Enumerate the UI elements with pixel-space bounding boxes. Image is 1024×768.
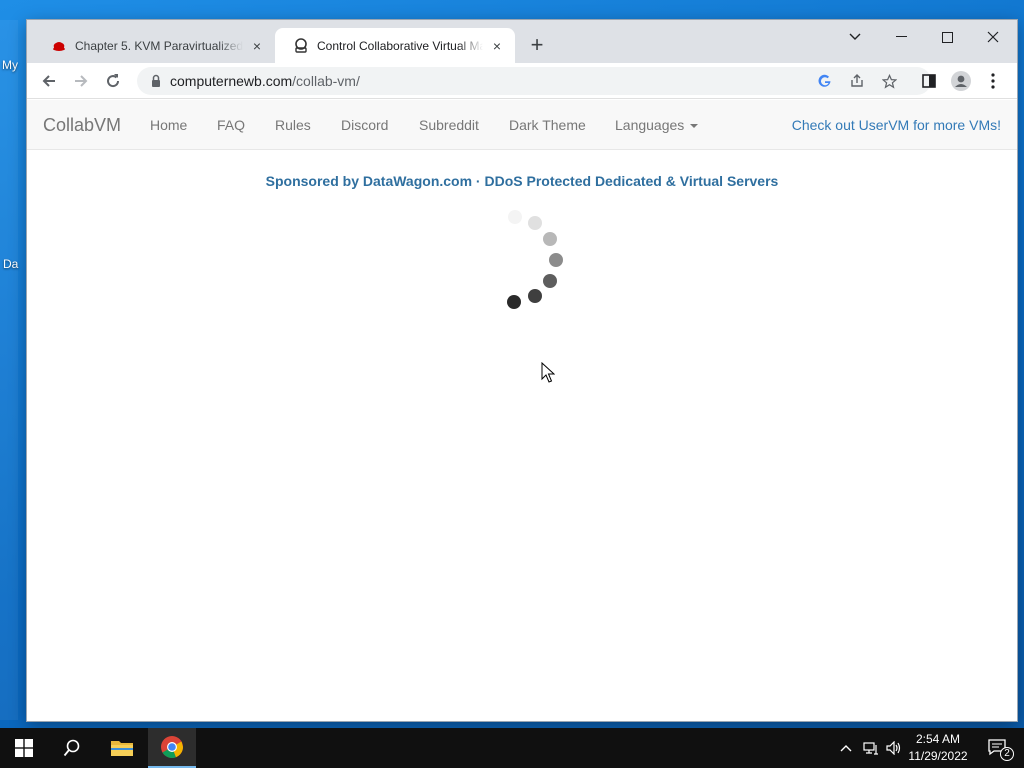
minimize-button[interactable]: [878, 22, 924, 52]
nav-faq[interactable]: FAQ: [217, 117, 245, 133]
profile-button[interactable]: [947, 67, 975, 95]
redhat-icon: [51, 38, 67, 54]
chrome-icon: [161, 736, 183, 758]
tab-close-icon[interactable]: ×: [489, 38, 505, 54]
taskbar: 2:54 AM 11/29/2022 2: [0, 728, 1024, 768]
close-window-button[interactable]: [970, 22, 1016, 52]
address-bar[interactable]: computernewb.com/collab-vm/: [137, 67, 931, 95]
nav-rules[interactable]: Rules: [275, 117, 311, 133]
uservm-link[interactable]: Check out UserVM for more VMs!: [792, 117, 1001, 133]
chevron-down-icon: [849, 33, 861, 40]
loading-spinner-icon: [467, 210, 563, 330]
tab-title: Chapter 5. KVM Paravirtualized (v: [75, 38, 243, 53]
network-button[interactable]: [860, 728, 882, 768]
lock-icon: [152, 74, 160, 87]
taskbar-chrome[interactable]: [148, 728, 196, 768]
address-url[interactable]: computernewb.com/collab-vm/: [170, 73, 360, 89]
browser-window: Chapter 5. KVM Paravirtualized (v × Cont…: [27, 20, 1017, 721]
spinner-dot: [543, 232, 557, 246]
desktop-edge-strip: [0, 20, 18, 720]
spinner-dot: [543, 274, 557, 288]
page-content: CollabVM Home FAQ Rules Discord Subreddi…: [27, 100, 1017, 721]
site-navbar: CollabVM Home FAQ Rules Discord Subreddi…: [27, 100, 1017, 150]
taskbar-clock[interactable]: 2:54 AM 11/29/2022: [902, 731, 974, 765]
clock-time: 2:54 AM: [915, 732, 961, 746]
nav-languages-dropdown[interactable]: Languages: [615, 117, 699, 133]
caret-down-icon: [690, 124, 699, 129]
tab-search-button[interactable]: [832, 22, 878, 52]
google-icon: [818, 74, 831, 87]
action-center-button[interactable]: 2: [978, 728, 1018, 768]
chevron-up-icon: [840, 745, 852, 752]
share-button[interactable]: [847, 71, 867, 91]
star-icon: [881, 73, 897, 89]
url-path: /collab-vm/: [292, 73, 360, 89]
tab-strip: Chapter 5. KVM Paravirtualized (v × Cont…: [27, 20, 1017, 63]
nav-languages-label: Languages: [615, 117, 685, 133]
windows-logo-icon: [15, 739, 33, 757]
forward-button[interactable]: [67, 67, 95, 95]
spinner-dot: [528, 289, 542, 303]
side-panel-button[interactable]: [915, 67, 943, 95]
new-tab-button[interactable]: +: [525, 34, 549, 58]
spinner-dot: [507, 295, 521, 309]
spinner-dot: [549, 253, 563, 267]
volume-button[interactable]: [884, 728, 904, 768]
collabvm-icon: [293, 37, 309, 54]
search-icon: [63, 739, 80, 757]
speaker-icon: [886, 741, 901, 755]
spinner-dot: [508, 210, 522, 224]
mouse-cursor-icon: [541, 362, 555, 383]
taskbar-search-button[interactable]: [48, 728, 96, 768]
spinner-dot: [528, 216, 542, 230]
tab-kvm-chapter[interactable]: Chapter 5. KVM Paravirtualized (v ×: [33, 28, 275, 63]
taskbar-file-explorer[interactable]: [98, 728, 146, 768]
clock-date: 11/29/2022: [908, 749, 968, 763]
tray-overflow-button[interactable]: [836, 728, 856, 768]
tab-title: Control Collaborative Virtual Ma: [317, 38, 483, 53]
side-panel-icon: [922, 74, 936, 88]
arrow-right-icon: [75, 75, 88, 87]
nav-home[interactable]: Home: [150, 117, 187, 133]
network-icon: [863, 742, 878, 755]
nav-subreddit[interactable]: Subreddit: [419, 117, 479, 133]
file-explorer-icon: [111, 741, 133, 756]
reload-icon: [107, 74, 120, 88]
maximize-icon: [941, 31, 953, 43]
maximize-button[interactable]: [924, 22, 970, 52]
url-host: computernewb.com: [170, 73, 293, 89]
desktop-icon-label-fragment[interactable]: My: [2, 58, 18, 72]
desktop-icon-label-fragment[interactable]: Da: [3, 257, 18, 271]
browser-toolbar: computernewb.com/collab-vm/: [27, 63, 1017, 99]
arrow-left-icon: [42, 75, 55, 87]
close-icon: [987, 31, 999, 43]
tab-collabvm[interactable]: Control Collaborative Virtual Ma ×: [275, 28, 515, 63]
avatar-icon: [951, 71, 971, 91]
back-button[interactable]: [35, 67, 63, 95]
nav-discord[interactable]: Discord: [341, 117, 388, 133]
browser-menu-button[interactable]: [979, 67, 1007, 95]
start-button[interactable]: [0, 728, 48, 768]
reload-button[interactable]: [99, 67, 127, 95]
nav-dark-theme[interactable]: Dark Theme: [509, 117, 586, 133]
more-vertical-icon: [991, 73, 995, 89]
notification-count-badge: 2: [1000, 747, 1014, 761]
google-lens-button[interactable]: [815, 71, 835, 91]
tab-close-icon[interactable]: ×: [249, 38, 265, 54]
site-brand[interactable]: CollabVM: [43, 115, 121, 136]
sponsor-banner[interactable]: Sponsored by DataWagon.com · DDoS Protec…: [27, 173, 1017, 189]
share-icon: [851, 74, 863, 87]
minimize-icon: [895, 36, 907, 37]
bookmark-button[interactable]: [879, 71, 899, 91]
